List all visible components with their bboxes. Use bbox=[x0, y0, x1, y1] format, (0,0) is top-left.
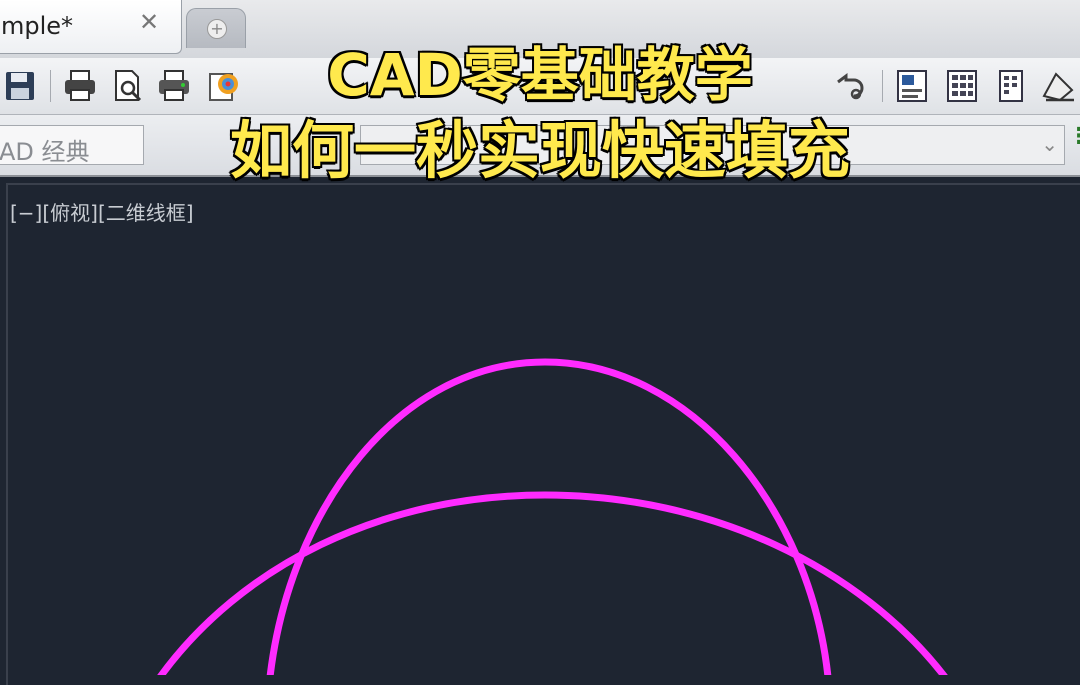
video-title-line-2: 如何一秒实现快速填充 bbox=[228, 113, 851, 189]
drawing-canvas[interactable]: [−][俯视][二维线框] bbox=[0, 177, 1080, 685]
drawing-circle-1 bbox=[266, 358, 832, 675]
drawing-geometry bbox=[157, 358, 948, 675]
